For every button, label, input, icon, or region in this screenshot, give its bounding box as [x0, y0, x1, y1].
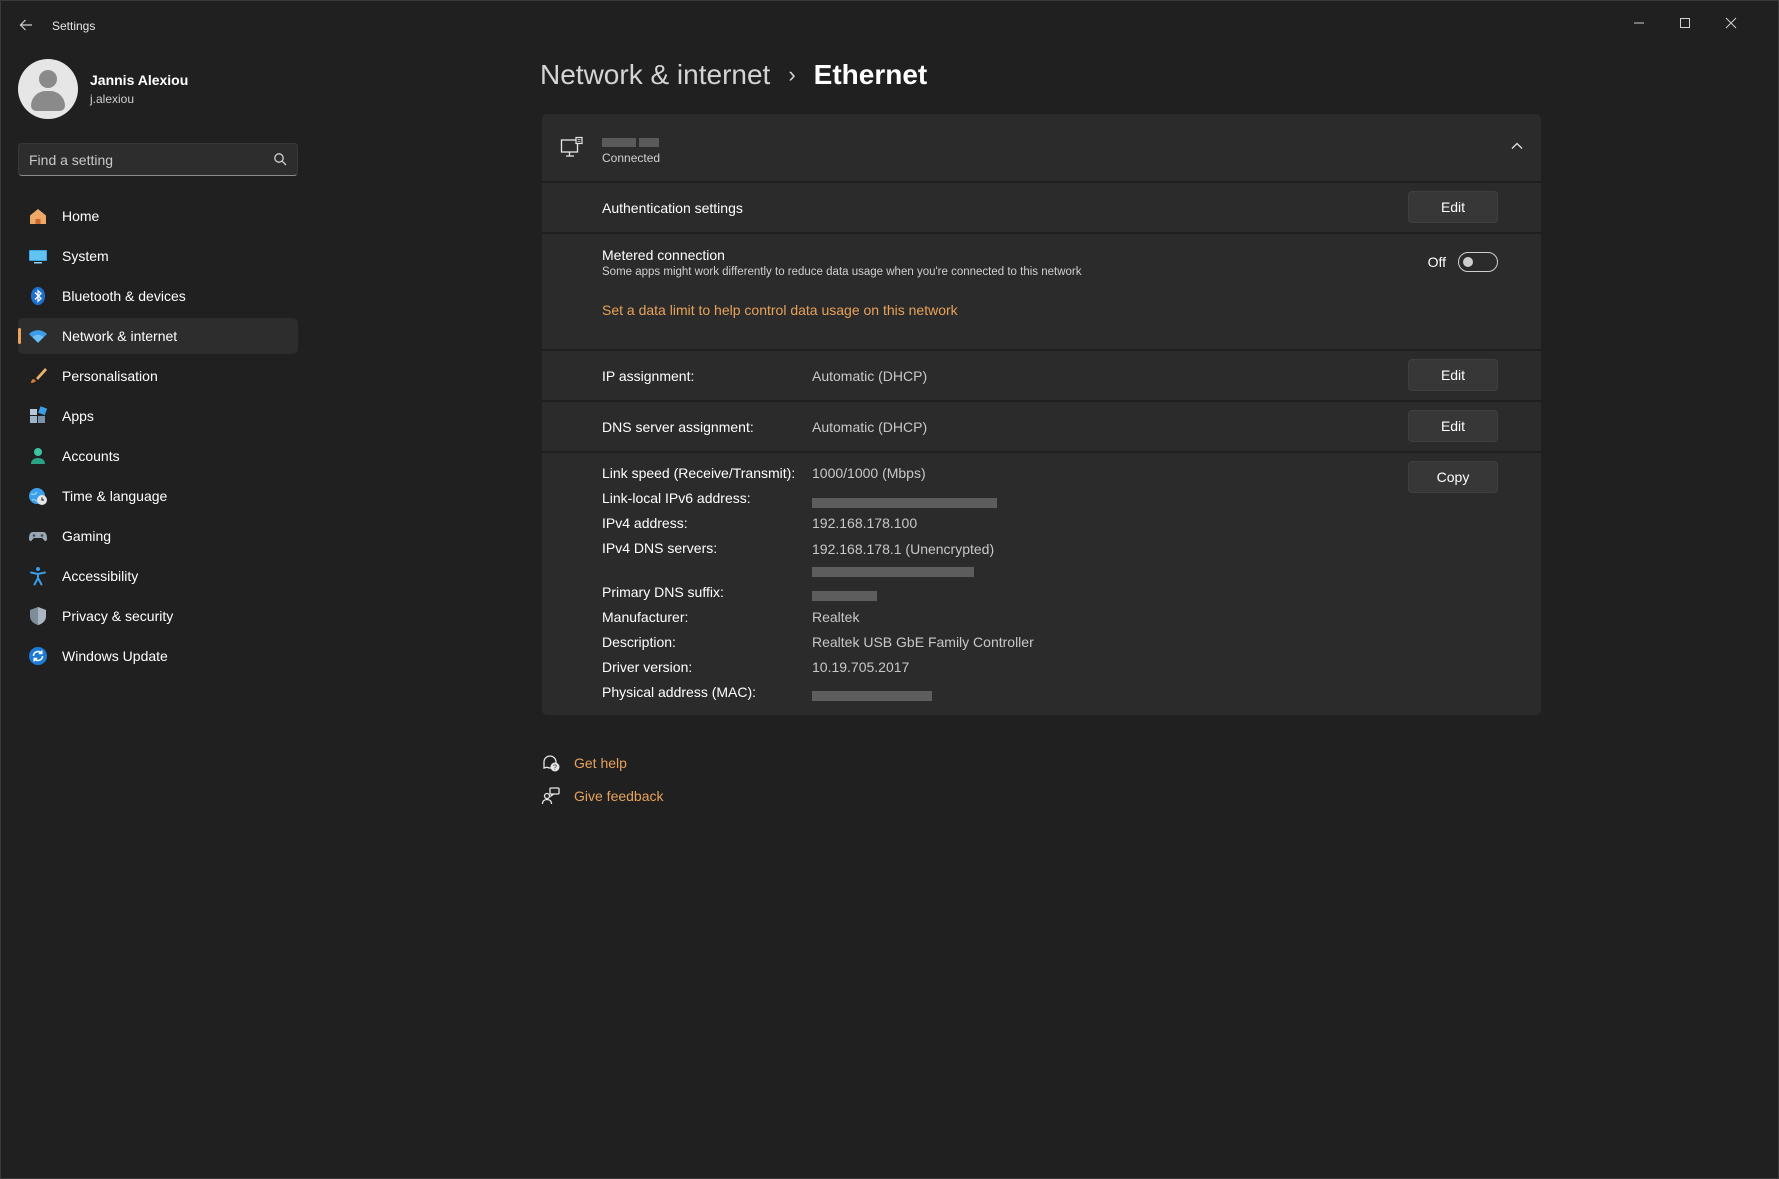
sidebar-item-accessibility[interactable]: Accessibility — [18, 558, 298, 594]
properties-section: Copy Link speed (Receive/Transmit): 1000… — [542, 453, 1541, 715]
breadcrumb: Network & internet › Ethernet — [540, 59, 927, 91]
dns-edit-button[interactable]: Edit — [1408, 410, 1498, 442]
dns-suffix-redacted — [812, 588, 877, 604]
ip-assignment-label: IP assignment: — [602, 368, 695, 384]
metered-toggle[interactable] — [1458, 252, 1498, 272]
metered-connection-row: Metered connection Some apps might work … — [542, 234, 1541, 349]
accessibility-icon — [28, 566, 48, 586]
settings-window: Settings Jannis Alexiou j.alexiou Find a… — [0, 0, 1779, 1179]
sidebar-item-label: Time & language — [62, 488, 168, 504]
search-icon[interactable] — [273, 152, 287, 166]
get-help-icon: ? — [543, 754, 560, 771]
breadcrumb-parent[interactable]: Network & internet — [540, 59, 770, 91]
accounts-icon — [28, 446, 48, 466]
ethernet-header[interactable]: Connected — [542, 114, 1541, 181]
close-button[interactable] — [1708, 7, 1754, 39]
sidebar-item-label: Gaming — [62, 528, 112, 544]
copy-button[interactable]: Copy — [1408, 461, 1498, 493]
chevron-up-icon[interactable] — [1509, 138, 1525, 154]
bluetooth-icon — [28, 286, 48, 306]
sidebar-item-time-language[interactable]: Time & language — [18, 478, 298, 514]
get-help-item[interactable]: ? Get help — [541, 746, 664, 779]
system-icon — [28, 246, 48, 266]
profile-name: Jannis Alexiou — [90, 72, 189, 88]
ip-assignment-value: Automatic (DHCP) — [812, 368, 928, 384]
sidebar-item-network[interactable]: Network & internet — [18, 318, 298, 354]
connection-status: Connected — [602, 151, 661, 165]
metered-description: Some apps might work differently to redu… — [602, 266, 1082, 278]
profile-email: j.alexiou — [90, 92, 135, 106]
maximize-button[interactable] — [1662, 7, 1708, 39]
sidebar-item-personalisation[interactable]: Personalisation — [18, 358, 298, 394]
close-icon — [1725, 17, 1737, 29]
auth-edit-button[interactable]: Edit — [1408, 191, 1498, 223]
brush-icon — [28, 366, 48, 386]
sidebar-item-system[interactable]: System — [18, 238, 298, 274]
sidebar-item-apps[interactable]: Apps — [18, 398, 298, 434]
dns-assignment-row: DNS server assignment: Automatic (DHCP) … — [542, 402, 1541, 451]
sidebar-item-label: Windows Update — [62, 648, 168, 664]
data-limit-link[interactable]: Set a data limit to help control data us… — [602, 302, 958, 318]
dns-assignment-value: Automatic (DHCP) — [812, 419, 928, 435]
globe-clock-icon — [28, 486, 48, 506]
maximize-icon — [1680, 18, 1690, 28]
sidebar-item-label: Accessibility — [62, 568, 139, 584]
help-links: ? Get help Give feedback — [541, 746, 664, 812]
toggle-state-label: Off — [1427, 254, 1446, 270]
sidebar-item-label: System — [62, 248, 109, 264]
back-button[interactable] — [15, 14, 37, 36]
sidebar-item-label: Apps — [62, 408, 94, 424]
sidebar-item-label: Home — [62, 208, 100, 224]
give-feedback-link[interactable]: Give feedback — [574, 788, 664, 804]
ip-assignment-row: IP assignment: Automatic (DHCP) Edit — [542, 351, 1541, 400]
sidebar-item-label: Privacy & security — [62, 608, 174, 624]
network-name-redacted — [602, 134, 666, 147]
app-title: Settings — [52, 19, 96, 33]
minimize-icon — [1634, 22, 1644, 24]
title-bar: Settings — [1, 1, 1778, 51]
ip-edit-button[interactable]: Edit — [1408, 359, 1498, 391]
shield-icon — [28, 606, 48, 626]
minimize-button[interactable] — [1616, 7, 1662, 39]
apps-icon — [28, 406, 48, 426]
sidebar-item-label: Network & internet — [62, 328, 178, 344]
sidebar-item-privacy-security[interactable]: Privacy & security — [18, 598, 298, 634]
user-profile[interactable]: Jannis Alexiou j.alexiou — [18, 59, 188, 119]
ipv6-redacted — [812, 495, 997, 511]
sidebar-item-label: Personalisation — [62, 368, 158, 384]
dns-assignment-label: DNS server assignment: — [602, 419, 754, 435]
give-feedback-item[interactable]: Give feedback — [541, 779, 664, 812]
gamepad-icon — [28, 526, 48, 546]
search-input[interactable] — [19, 144, 259, 175]
svg-text:?: ? — [553, 764, 557, 771]
sidebar-item-label: Accounts — [62, 448, 120, 464]
breadcrumb-separator: › — [788, 62, 796, 87]
sidebar-item-bluetooth[interactable]: Bluetooth & devices — [18, 278, 298, 314]
auth-settings-row: Authentication settings Edit — [542, 183, 1541, 232]
search-box — [18, 143, 298, 176]
ethernet-icon — [560, 136, 583, 157]
sidebar-item-accounts[interactable]: Accounts — [18, 438, 298, 474]
metered-label: Metered connection — [602, 247, 725, 263]
get-help-link[interactable]: Get help — [574, 755, 627, 771]
feedback-icon — [541, 786, 560, 804]
back-arrow-icon — [19, 19, 32, 31]
sidebar-nav: Home System Bluetooth & devices Network … — [18, 198, 298, 678]
auth-settings-label: Authentication settings — [602, 200, 743, 216]
sidebar-item-label: Bluetooth & devices — [62, 288, 186, 304]
avatar — [18, 59, 78, 119]
home-icon — [28, 206, 48, 226]
dns-secondary-redacted — [812, 564, 974, 580]
sidebar-item-home[interactable]: Home — [18, 198, 298, 234]
update-icon — [28, 646, 48, 666]
metered-toggle-group: Off — [1428, 252, 1498, 272]
mac-redacted — [812, 688, 932, 704]
wifi-icon — [28, 326, 48, 346]
page-title: Ethernet — [813, 59, 928, 90]
sidebar-item-gaming[interactable]: Gaming — [18, 518, 298, 554]
sidebar-item-windows-update[interactable]: Windows Update — [18, 638, 298, 674]
